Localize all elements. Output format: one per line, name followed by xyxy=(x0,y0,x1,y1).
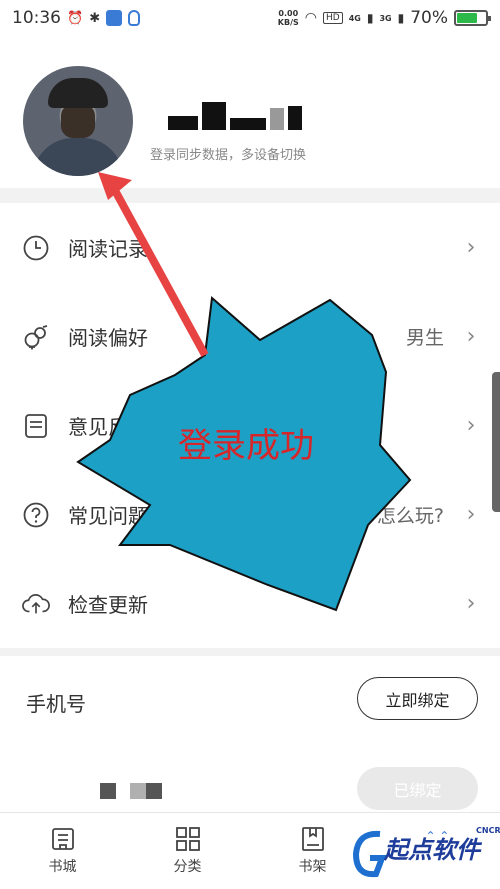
chevron-right-icon: › xyxy=(466,413,476,438)
bind-now-button[interactable]: 立即绑定 xyxy=(357,677,478,720)
network-speed: 0.00 KB/S xyxy=(278,9,299,27)
signal-icon: ▮ xyxy=(366,11,374,25)
profile-header[interactable]: 登录同步数据，多设备切换 xyxy=(0,36,500,188)
avatar-hat xyxy=(48,78,108,108)
shield-app-icon xyxy=(106,10,123,26)
cloud-upload-icon xyxy=(22,590,50,618)
avatar-shirt xyxy=(33,138,123,176)
redact-block xyxy=(146,783,162,799)
watermark-text: 起点软件 xyxy=(384,836,480,864)
menu-label: 常见问题 xyxy=(68,504,148,528)
wifi-icon: ◠ xyxy=(304,10,317,26)
battery-icon xyxy=(454,10,491,26)
redact-block xyxy=(270,108,284,130)
phone-binding-card: 手机号 立即绑定 已绑定 xyxy=(0,656,500,812)
qq-icon xyxy=(128,10,141,26)
username-redacted xyxy=(168,102,302,130)
watermark-logo: 起点软件 CNCRK xyxy=(350,818,500,889)
tab-label: 书架 xyxy=(298,859,327,875)
profile-subtitle: 登录同步数据，多设备切换 xyxy=(150,148,307,163)
bound-button[interactable]: 已绑定 xyxy=(357,767,478,810)
status-time: 10:36 xyxy=(12,8,61,28)
bluetooth-icon: ✱ xyxy=(89,10,101,26)
status-left: 10:36 ⏰ ✱ xyxy=(12,8,141,28)
avatar-face xyxy=(61,104,95,138)
battery-fill xyxy=(457,13,477,23)
help-icon xyxy=(22,501,50,529)
tab-bookstore[interactable]: 书城 xyxy=(0,813,125,889)
scrollbar-handle[interactable] xyxy=(492,372,500,512)
signal-3g: 3G xyxy=(379,13,392,23)
menu-label: 阅读记录 xyxy=(68,237,148,261)
redact-block xyxy=(100,783,116,799)
menu-item-faq[interactable]: 常见问题 怎么玩? › xyxy=(0,470,500,559)
redact-block xyxy=(288,106,302,130)
redact-block xyxy=(130,783,146,799)
login-success-label: 登录成功 xyxy=(178,426,314,466)
redact-block xyxy=(230,118,266,130)
avatar[interactable] xyxy=(23,66,133,176)
signal-icon-2: ▮ xyxy=(397,11,405,25)
net-speed-value: 0.00 xyxy=(278,9,299,18)
tab-label: 分类 xyxy=(173,859,202,875)
menu-item-check-update[interactable]: 检查更新 › xyxy=(0,559,500,648)
menu-label: 阅读偏好 xyxy=(68,326,148,350)
menu-value: 男生 xyxy=(405,327,444,349)
chevron-right-icon: › xyxy=(466,235,476,260)
feedback-icon xyxy=(22,412,50,440)
net-speed-unit: KB/S xyxy=(277,18,299,27)
gender-icon xyxy=(22,323,50,351)
signal-4g: 4G xyxy=(348,13,361,23)
chevron-right-icon: › xyxy=(466,502,476,527)
bookstore-icon xyxy=(51,828,74,850)
hd-badge: HD xyxy=(323,12,343,24)
redact-block xyxy=(168,116,198,130)
menu-item-reading-preference[interactable]: 阅读偏好 男生 › xyxy=(0,292,500,381)
chevron-right-icon: › xyxy=(466,591,476,616)
watermark-small: CNCRK xyxy=(476,826,500,835)
menu-value: 怎么玩? xyxy=(376,505,444,527)
redact-block xyxy=(202,102,226,130)
alarm-icon: ⏰ xyxy=(67,10,84,26)
menu-label: 检查更新 xyxy=(68,593,148,617)
grid-icon xyxy=(175,827,200,851)
status-right: 0.00 KB/S ◠ HD 4G ▮ 3G ▮ 70% xyxy=(278,8,491,28)
menu-item-reading-history[interactable]: 阅读记录 › xyxy=(0,203,500,292)
chevron-right-icon: › xyxy=(466,324,476,349)
status-bar: 10:36 ⏰ ✱ 0.00 KB/S ◠ HD 4G ▮ 3G ▮ 70% xyxy=(0,0,500,36)
tab-label: 书城 xyxy=(48,859,77,875)
clock-icon xyxy=(22,234,50,262)
battery-percent: 70% xyxy=(410,8,448,28)
redacted-text xyxy=(100,783,162,799)
tab-category[interactable]: 分类 xyxy=(125,813,250,889)
phone-label: 手机号 xyxy=(26,692,86,716)
bookshelf-icon xyxy=(301,827,324,851)
